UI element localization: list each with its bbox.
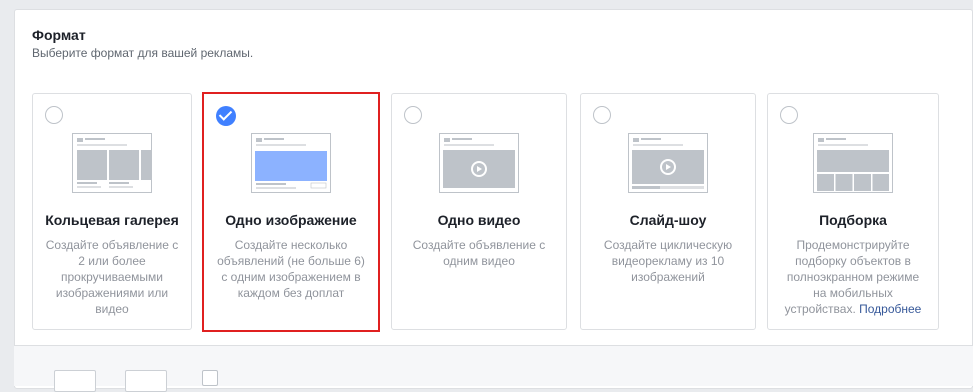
format-panel: Формат Выберите формат для вашей рекламы… <box>14 9 973 389</box>
checkmark-icon <box>218 107 233 121</box>
radio-button[interactable] <box>404 106 422 124</box>
format-card-carousel[interactable]: Кольцевая галерея Создайте объявление с … <box>32 93 192 330</box>
card-title: Одно изображение <box>225 212 357 228</box>
card-description: Создайте несколько объявлений (не больше… <box>217 238 365 300</box>
card-title: Слайд-шоу <box>629 212 707 228</box>
section-title: Формат <box>32 27 86 43</box>
radio-button[interactable] <box>593 106 611 124</box>
card-description: Создайте объявление с 2 или более прокру… <box>45 238 179 316</box>
card-description: Продемонстрируйте подборку объектов в по… <box>780 237 926 317</box>
radio-button[interactable] <box>780 106 798 124</box>
radio-button[interactable] <box>45 106 63 124</box>
single-video-illustration-icon <box>439 133 519 193</box>
carousel-illustration-icon <box>72 133 152 193</box>
option-checkbox[interactable] <box>202 370 218 386</box>
format-card-single-image[interactable]: Одно изображение Создайте несколько объя… <box>202 92 380 332</box>
format-card-collection[interactable]: Подборка Продемонстрируйте подборку объе… <box>767 93 939 330</box>
bottom-section <box>14 345 973 392</box>
collection-illustration-icon <box>813 133 893 193</box>
placement-thumbnail[interactable] <box>125 370 167 392</box>
card-title: Подборка <box>819 212 887 228</box>
format-card-slideshow[interactable]: Слайд-шоу Создайте циклическую видеорекл… <box>580 93 756 330</box>
learn-more-link[interactable]: Подробнее <box>859 302 921 316</box>
section-subtitle: Выберите формат для вашей рекламы. <box>32 46 254 60</box>
single-image-illustration-icon <box>251 133 331 193</box>
slideshow-illustration-icon <box>628 133 708 193</box>
card-title: Одно видео <box>437 212 521 228</box>
card-title: Кольцевая галерея <box>45 212 179 228</box>
radio-button-checked[interactable] <box>216 106 236 126</box>
format-card-single-video[interactable]: Одно видео Создайте объявление с одним в… <box>391 93 567 330</box>
card-description: Создайте циклическую видеорекламу из 10 … <box>603 238 733 284</box>
card-description: Создайте объявление с одним видео <box>412 238 546 268</box>
placement-thumbnail[interactable] <box>54 370 96 392</box>
